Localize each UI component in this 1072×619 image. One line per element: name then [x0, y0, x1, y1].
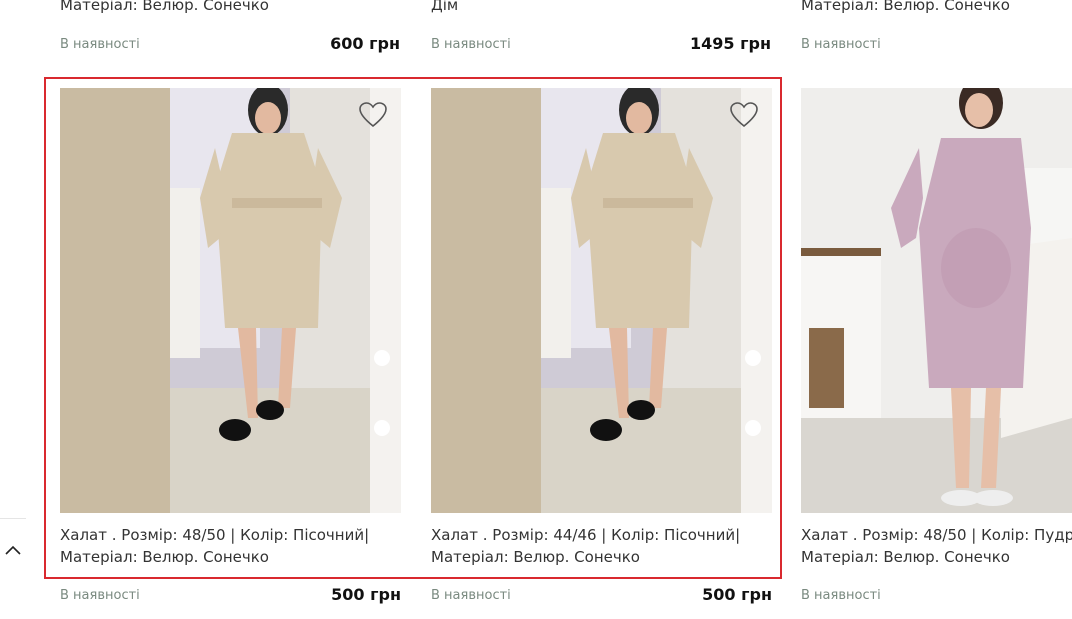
product-price: 1495 грн — [690, 34, 771, 53]
product-price: 600 грн — [330, 34, 400, 53]
product-row-previous: Матеріал: Велюр. Сонечко В наявності 600… — [0, 0, 1072, 70]
stock-status: В наявності — [60, 37, 140, 52]
product-title-line1[interactable]: Халат . Розмір: 44/46 | Колір: Пісочний| — [431, 524, 772, 546]
stock-status: В наявності — [431, 37, 511, 52]
stock-status: В наявності — [801, 37, 881, 52]
scroll-to-top-button[interactable] — [0, 530, 26, 570]
stock-status: В наявності — [801, 588, 881, 603]
product-title[interactable]: Халат . Розмір: 48/50 | Колір: Пісочний|… — [60, 524, 401, 568]
product-photo[interactable] — [60, 88, 401, 513]
product-photo[interactable] — [801, 88, 1072, 513]
product-title-line2[interactable]: Матеріал: Велюр. Сонечко — [431, 546, 772, 568]
product-price: 500 грн — [331, 585, 401, 604]
product-photo[interactable] — [431, 88, 772, 513]
product-price: 500 грн — [702, 585, 772, 604]
stock-status: В наявності — [431, 588, 511, 603]
heart-outline-icon[interactable] — [359, 102, 387, 128]
product-title-line2[interactable]: Матеріал: Велюр. Сонечко — [801, 546, 1072, 568]
product-title-line1[interactable]: Халат . Розмір: 48/50 | Колір: Пудра — [801, 524, 1072, 546]
product-title[interactable]: Дім — [431, 0, 458, 14]
divider — [0, 518, 26, 519]
product-title-line2[interactable]: Матеріал: Велюр. Сонечко — [60, 546, 401, 568]
heart-outline-icon[interactable] — [730, 102, 758, 128]
product-title-line1[interactable]: Халат . Розмір: 48/50 | Колір: Пісочний| — [60, 524, 401, 546]
product-card[interactable]: Халат . Розмір: 48/50 | Колір: Пудра Мат… — [801, 88, 1072, 608]
product-card[interactable]: Халат . Розмір: 44/46 | Колір: Пісочний|… — [431, 88, 772, 608]
chevron-up-icon — [5, 545, 21, 555]
stock-status: В наявності — [60, 588, 140, 603]
product-title[interactable]: Матеріал: Велюр. Сонечко — [60, 0, 269, 14]
product-title[interactable]: Матеріал: Велюр. Сонечко — [801, 0, 1010, 14]
product-title[interactable]: Халат . Розмір: 48/50 | Колір: Пудра Мат… — [801, 524, 1072, 568]
product-title[interactable]: Халат . Розмір: 44/46 | Колір: Пісочний|… — [431, 524, 772, 568]
product-card[interactable]: Халат . Розмір: 48/50 | Колір: Пісочний|… — [60, 88, 401, 608]
